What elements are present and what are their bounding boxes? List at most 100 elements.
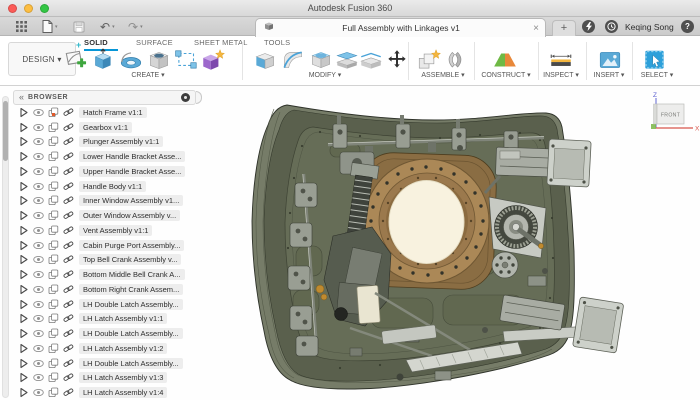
expand-caret-icon[interactable] <box>18 328 29 339</box>
expand-caret-icon[interactable] <box>18 210 29 221</box>
browser-item-label[interactable]: Bottom Middle Bell Crank A... <box>79 269 185 281</box>
expand-caret-icon[interactable] <box>18 343 29 354</box>
visibility-eye-icon[interactable] <box>33 372 44 383</box>
browser-options-icon[interactable] <box>181 93 190 102</box>
document-tab[interactable]: Full Assembly with Linkages v1 × <box>255 18 546 37</box>
visibility-eye-icon[interactable] <box>33 328 44 339</box>
expand-caret-icon[interactable] <box>18 313 29 324</box>
visibility-eye-icon[interactable] <box>33 240 44 251</box>
browser-item-label[interactable]: Plunger Assembly v1:1 <box>79 136 164 148</box>
handle-body-part[interactable] <box>356 285 381 324</box>
browser-resize-handle[interactable] <box>196 91 202 104</box>
expand-caret-icon[interactable] <box>18 195 29 206</box>
browser-item-label[interactable]: LH Double Latch Assembly... <box>79 328 183 340</box>
extensions-icon[interactable] <box>582 20 595 33</box>
visibility-eye-icon[interactable] <box>33 195 44 206</box>
sketch-rectangle-icon[interactable] <box>174 48 200 72</box>
browser-item-row[interactable]: Cabin Purge Port Assembly... <box>11 238 211 253</box>
browser-item-row[interactable]: LH Double Latch Assembly... <box>11 326 211 341</box>
split-body-icon[interactable] <box>358 48 384 72</box>
browser-item-label[interactable]: LH Double Latch Assembly... <box>79 357 183 369</box>
expand-caret-icon[interactable] <box>18 181 29 192</box>
visibility-eye-icon[interactable] <box>33 210 44 221</box>
visibility-eye-icon[interactable] <box>33 343 44 354</box>
new-component-icon[interactable] <box>416 48 442 72</box>
expand-caret-icon[interactable] <box>18 240 29 251</box>
job-status-clock-icon[interactable] <box>605 20 618 33</box>
select-icon[interactable] <box>642 48 668 72</box>
visibility-eye-icon[interactable] <box>33 387 44 398</box>
expand-caret-icon[interactable] <box>18 122 29 133</box>
visibility-eye-icon[interactable] <box>33 269 44 280</box>
visibility-eye-icon[interactable] <box>33 181 44 192</box>
browser-item-row[interactable]: Plunger Assembly v1:1 <box>11 135 211 150</box>
browser-item-label[interactable]: LH Double Latch Assembly... <box>79 298 183 310</box>
browser-item-row[interactable]: LH Latch Assembly v1:4 <box>11 385 211 400</box>
browser-item-row[interactable]: Upper Handle Bracket Asse... <box>11 164 211 179</box>
browser-item-label[interactable]: Vent Assembly v1:1 <box>79 224 153 236</box>
visibility-eye-icon[interactable] <box>33 313 44 324</box>
file-menu-button[interactable]: ▾ <box>42 19 58 34</box>
browser-item-row[interactable]: LH Latch Assembly v1:1 <box>11 312 211 327</box>
expand-caret-icon[interactable] <box>18 166 29 177</box>
visibility-eye-icon[interactable] <box>33 122 44 133</box>
redo-caret-icon[interactable]: ▾ <box>140 24 143 30</box>
visibility-eye-icon[interactable] <box>33 166 44 177</box>
visibility-eye-icon[interactable] <box>33 225 44 236</box>
bolt-hub[interactable] <box>491 251 519 279</box>
browser-item-label[interactable]: LH Latch Assembly v1:4 <box>79 387 168 399</box>
browser-item-label[interactable]: Top Bell Crank Assembly v... <box>79 254 182 266</box>
data-panel-grid-icon[interactable] <box>16 19 27 34</box>
browser-item-row[interactable]: LH Double Latch Assembly... <box>11 297 211 312</box>
browser-item-row[interactable]: Gearbox v1:1 <box>11 120 211 135</box>
visibility-eye-icon[interactable] <box>33 107 44 118</box>
user-account-button[interactable]: Keqing Song <box>625 22 674 32</box>
expand-caret-icon[interactable] <box>18 387 29 398</box>
browser-item-label[interactable]: Cabin Purge Port Assembly... <box>79 239 185 251</box>
browser-scrollbar-thumb[interactable] <box>3 101 8 161</box>
browser-item-row[interactable]: Outer Window Assembly v... <box>11 208 211 223</box>
browser-scrollbar[interactable] <box>2 96 9 398</box>
browser-item-row[interactable]: LH Latch Assembly v1:2 <box>11 341 211 356</box>
save-icon[interactable] <box>73 19 85 34</box>
joint-icon[interactable] <box>442 48 468 72</box>
create-sketch-icon[interactable] <box>62 48 88 72</box>
create-form-icon[interactable] <box>200 48 226 72</box>
visibility-eye-icon[interactable] <box>33 151 44 162</box>
modify-group-label[interactable]: MODIFY ▾ <box>290 71 360 79</box>
undo-caret-icon[interactable]: ▾ <box>112 24 115 30</box>
browser-item-row[interactable]: LH Latch Assembly v1:3 <box>11 371 211 386</box>
browser-item-label[interactable]: Handle Body v1:1 <box>79 180 147 192</box>
measure-icon[interactable] <box>548 48 574 72</box>
browser-item-label[interactable]: Upper Handle Bracket Asse... <box>79 165 186 177</box>
browser-item-label[interactable]: Lower Handle Bracket Asse... <box>79 151 186 163</box>
browser-item-row[interactable]: LH Double Latch Assembly... <box>11 356 211 371</box>
expand-caret-icon[interactable] <box>18 107 29 118</box>
new-tab-button[interactable]: + <box>552 20 576 36</box>
browser-item-row[interactable]: Handle Body v1:1 <box>11 179 211 194</box>
hole-icon[interactable] <box>146 48 172 72</box>
close-tab-icon[interactable]: × <box>527 23 545 34</box>
create-group-label[interactable]: CREATE ▾ <box>113 71 183 79</box>
browser-item-label[interactable]: Inner Window Assembly v1... <box>79 195 184 207</box>
visibility-eye-icon[interactable] <box>33 136 44 147</box>
expand-caret-icon[interactable] <box>18 358 29 369</box>
select-group-label[interactable]: SELECT ▾ <box>622 71 692 79</box>
browser-item-label[interactable]: LH Latch Assembly v1:2 <box>79 342 168 354</box>
browser-item-row[interactable]: Vent Assembly v1:1 <box>11 223 211 238</box>
hatch-assembly-model[interactable] <box>200 88 700 400</box>
browser-item-row[interactable]: Top Bell Crank Assembly v... <box>11 253 211 268</box>
expand-caret-icon[interactable] <box>18 151 29 162</box>
expand-caret-icon[interactable] <box>18 254 29 265</box>
undo-button[interactable]: ↶ ▾ <box>100 19 115 34</box>
expand-caret-icon[interactable] <box>18 136 29 147</box>
expand-caret-icon[interactable] <box>18 372 29 383</box>
shell-icon[interactable] <box>308 48 334 72</box>
offset-face-icon[interactable] <box>334 48 360 72</box>
insert-image-icon[interactable] <box>597 48 623 72</box>
expand-caret-icon[interactable] <box>18 299 29 310</box>
redo-button[interactable]: ↷ ▾ <box>128 19 143 34</box>
browser-item-label[interactable]: Outer Window Assembly v... <box>79 210 181 222</box>
visibility-eye-icon[interactable] <box>33 358 44 369</box>
browser-item-row[interactable]: Lower Handle Bracket Asse... <box>11 149 211 164</box>
